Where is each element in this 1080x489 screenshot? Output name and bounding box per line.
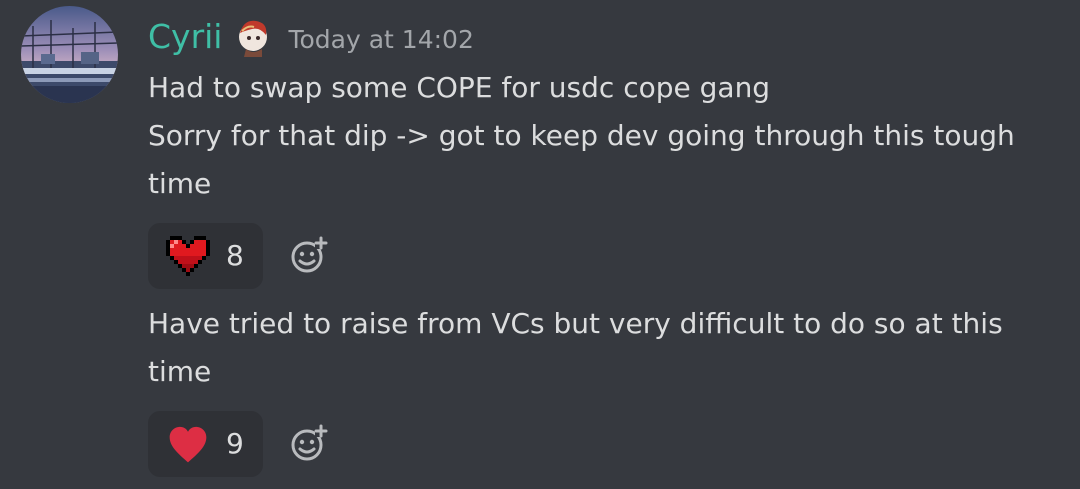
add-reaction-icon[interactable] bbox=[289, 235, 329, 275]
anime-landscape-avatar-icon bbox=[21, 6, 118, 103]
red-heart-icon bbox=[169, 426, 207, 463]
add-reaction-icon[interactable] bbox=[289, 423, 329, 463]
pixel-heart-icon bbox=[166, 236, 210, 276]
character-emoji-icon bbox=[239, 20, 268, 57]
message-content: Had to swap some COPE for usdc cope gang… bbox=[148, 64, 1058, 208]
avatar[interactable] bbox=[21, 6, 118, 103]
message-content: Have tried to raise from VCs but very di… bbox=[148, 300, 1058, 396]
reaction-button[interactable]: 8 bbox=[148, 223, 263, 289]
message-line: Had to swap some COPE for usdc cope gang bbox=[148, 71, 771, 104]
username[interactable]: Cyrii bbox=[148, 20, 222, 53]
message-header: Cyrii Today at 14:02 bbox=[148, 12, 474, 60]
timestamp: Today at 14:02 bbox=[288, 24, 474, 54]
reaction-button[interactable]: 9 bbox=[148, 411, 263, 477]
message-line: time bbox=[148, 167, 212, 200]
reaction-count: 9 bbox=[226, 427, 244, 460]
message-line: time bbox=[148, 355, 212, 388]
reaction-count: 8 bbox=[226, 239, 244, 272]
message-line: Sorry for that dip -> got to keep dev go… bbox=[148, 119, 1015, 152]
message-line: Have tried to raise from VCs but very di… bbox=[148, 307, 1003, 340]
